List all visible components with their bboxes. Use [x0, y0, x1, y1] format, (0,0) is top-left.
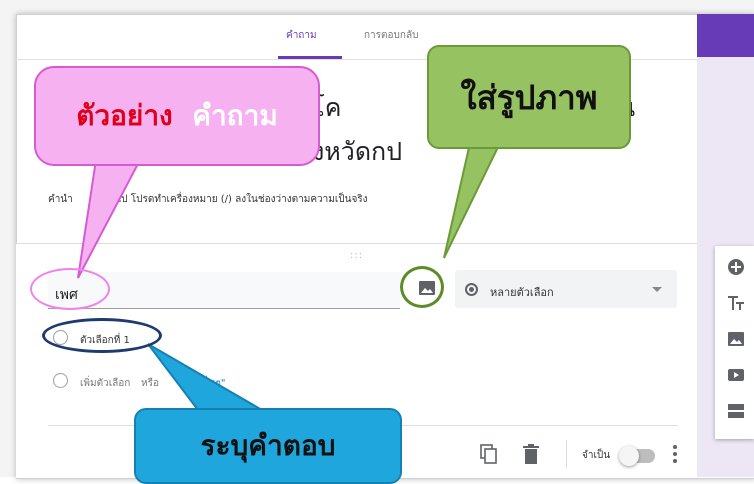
image-add-icon[interactable] — [727, 330, 745, 348]
question-highlight-ring — [30, 268, 110, 310]
copy-icon[interactable] — [480, 444, 498, 464]
example-question-callout: ตัวอย่าง คำถาม — [34, 66, 320, 166]
option-highlight-ring — [42, 318, 162, 353]
image-highlight-ring — [400, 266, 444, 308]
specify-answer-callout: ระบุคำตอบ — [134, 408, 402, 484]
insert-image-callout: ใส่รูปภาพ — [427, 45, 631, 149]
required-label: จำเป็น — [582, 450, 611, 461]
header-accent-bar — [697, 14, 754, 57]
video-icon[interactable] — [727, 366, 745, 384]
question-type-select[interactable] — [455, 270, 677, 308]
callout-blue-text: ระบุคำตอบ — [200, 429, 336, 462]
radio-icon — [465, 283, 478, 296]
form-title-text2-end: ป — [386, 137, 403, 166]
callout-green-text: ใส่รูปภาพ — [460, 77, 598, 117]
add-option-link[interactable]: เพิ่มตัวเลือก — [80, 376, 130, 391]
add-option-or: หรือ — [141, 378, 159, 389]
more-vert-icon[interactable] — [672, 444, 678, 464]
question-type-label: หลายตัวเลือก — [490, 286, 554, 299]
add-circle-icon[interactable] — [727, 258, 745, 276]
tab-responses[interactable]: การตอบกลับ — [364, 28, 418, 43]
dropdown-caret-icon — [652, 287, 662, 292]
active-tab-indicator — [278, 56, 342, 59]
side-toolbar — [715, 246, 754, 439]
drag-handle[interactable]: ::: — [350, 250, 363, 261]
section-icon[interactable] — [727, 402, 745, 420]
required-toggle[interactable] — [619, 446, 655, 466]
callout-pink-text2: คำถาม — [192, 99, 278, 132]
footer-separator — [566, 440, 567, 468]
form-description[interactable]: คำนำ ทั่วไป โปรดทำเครื่องหมาย (/) ลงในช่… — [48, 192, 368, 207]
description-text-right: ทั่วไป โปรดทำเครื่องหมาย (/) ลงในช่องว่า… — [104, 194, 368, 205]
text-title-icon[interactable] — [727, 294, 745, 312]
tab-questions[interactable]: คำถาม — [286, 28, 317, 43]
callout-pink-text1: ตัวอย่าง — [76, 99, 173, 132]
description-text-left: คำนำ — [48, 194, 73, 205]
add-option-radio — [53, 373, 68, 388]
trash-icon[interactable] — [523, 444, 539, 464]
add-other-link[interactable]: "อื่นๆ" — [198, 376, 225, 391]
